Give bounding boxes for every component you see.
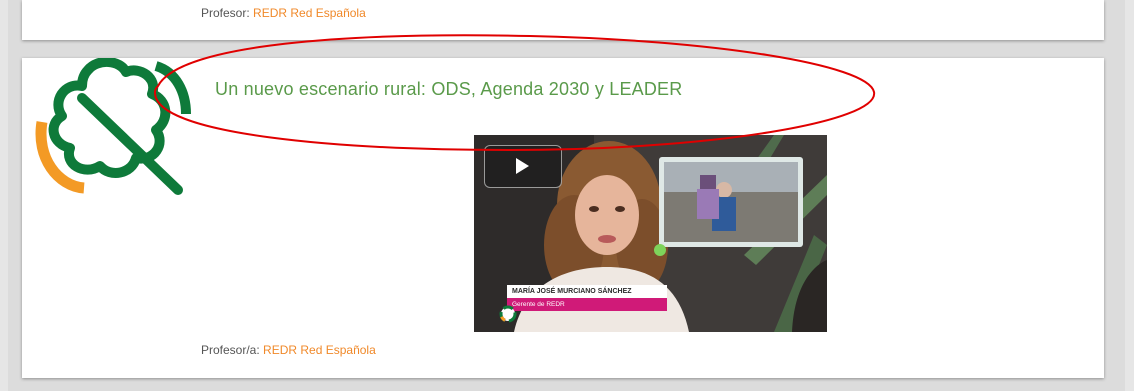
- video-player[interactable]: MARÍA JOSÉ MURCIANO SÁNCHEZ Gerente de R…: [474, 135, 827, 332]
- speaker-role: Gerente de REDR: [507, 298, 667, 311]
- leaf-logo-icon: [35, 58, 191, 195]
- course-card-previous: Profesor: REDR Red Española: [22, 0, 1104, 40]
- course-card: Un nuevo escenario rural: ODS, Agenda 20…: [22, 58, 1104, 378]
- professor-link[interactable]: REDR Red Española: [263, 343, 376, 357]
- professor-label: Profesor/a:: [201, 343, 260, 357]
- professor-line: Profesor: REDR Red Española: [201, 6, 366, 20]
- redr-ring-icon: [499, 305, 517, 323]
- course-title-link[interactable]: Un nuevo escenario rural: ODS, Agenda 20…: [215, 79, 682, 100]
- lower-third-caption: MARÍA JOSÉ MURCIANO SÁNCHEZ Gerente de R…: [507, 285, 667, 311]
- professor-label: Profesor:: [201, 6, 250, 20]
- play-icon: [516, 158, 529, 174]
- play-button[interactable]: [484, 145, 562, 188]
- speaker-name: MARÍA JOSÉ MURCIANO SÁNCHEZ: [507, 285, 667, 298]
- professor-line: Profesor/a: REDR Red Española: [201, 343, 376, 357]
- professor-link[interactable]: REDR Red Española: [253, 6, 366, 20]
